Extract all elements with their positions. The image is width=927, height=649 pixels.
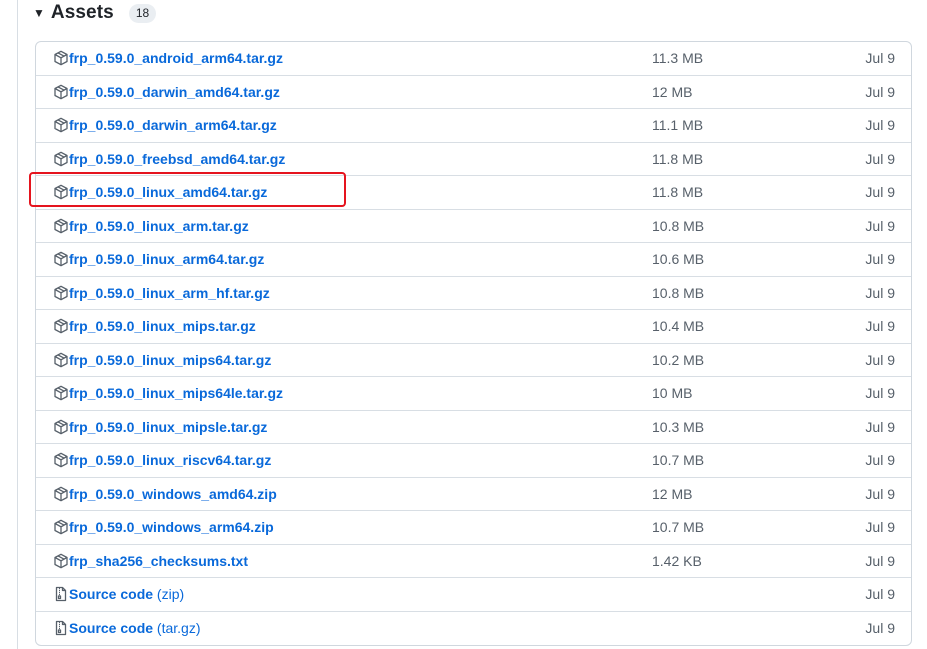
- asset-size: 10.2 MB: [652, 351, 705, 368]
- assets-list: frp_0.59.0_android_arm64.tar.gz 11.3 MB Ju…: [35, 41, 912, 646]
- asset-link[interactable]: frp_0.59.0_linux_mips.tar.gz: [69, 318, 256, 334]
- asset-size: 11.8 MB: [652, 150, 704, 167]
- source-code-date: Jul 9: [865, 620, 895, 637]
- asset-row: frp_sha256_checksums.txt 1.42 KB Jul 9: [36, 545, 911, 578]
- asset-link[interactable]: frp_sha256_checksums.txt: [69, 553, 248, 569]
- asset-size: 10.3 MB: [652, 418, 705, 435]
- asset-date: Jul 9: [865, 418, 895, 435]
- assets-header[interactable]: ▼ Assets 18: [33, 0, 157, 26]
- asset-date: Jul 9: [865, 50, 895, 67]
- source-code-row: Source code (zip) Jul 9: [36, 578, 911, 612]
- asset-link[interactable]: frp_0.59.0_linux_arm.tar.gz: [69, 218, 249, 234]
- source-code-format: (tar.gz): [156, 620, 201, 637]
- asset-link[interactable]: frp_0.59.0_windows_amd64.zip: [69, 486, 277, 502]
- package-icon: [53, 419, 69, 435]
- asset-size: 10.8 MB: [652, 217, 705, 234]
- left-divider: [17, 0, 18, 649]
- asset-date: Jul 9: [865, 351, 895, 368]
- asset-link[interactable]: frp_0.59.0_linux_arm64.tar.gz: [69, 251, 264, 267]
- asset-link[interactable]: frp_0.59.0_linux_arm_hf.tar.gz: [69, 285, 270, 301]
- asset-link[interactable]: frp_0.59.0_darwin_amd64.tar.gz: [69, 84, 280, 100]
- assets-title: Assets: [50, 2, 114, 23]
- asset-date: Jul 9: [865, 318, 895, 335]
- asset-row: frp_0.59.0_windows_arm64.zip 10.7 MB Jul 9: [36, 511, 911, 545]
- asset-date: Jul 9: [865, 519, 895, 536]
- asset-size: 1.42 KB: [652, 552, 702, 569]
- package-icon: [53, 452, 69, 468]
- asset-size: 10.6 MB: [652, 251, 705, 268]
- asset-row: frp_0.59.0_linux_mips64le.tar.gz 10 MB Jul…: [36, 377, 911, 411]
- package-icon: [53, 352, 69, 368]
- package-icon: [53, 251, 69, 267]
- asset-link[interactable]: frp_0.59.0_windows_arm64.zip: [69, 519, 274, 535]
- asset-row: frp_0.59.0_android_arm64.tar.gz 11.3 MB Ju…: [36, 42, 911, 76]
- asset-link[interactable]: frp_0.59.0_linux_mips64.tar.gz: [69, 352, 271, 368]
- package-icon: [53, 117, 69, 133]
- package-icon: [53, 318, 69, 334]
- asset-row: frp_0.59.0_linux_mipsle.tar.gz 10.3 MB Jul…: [36, 411, 911, 444]
- asset-link[interactable]: frp_0.59.0_darwin_arm64.tar.gz: [69, 117, 277, 133]
- package-icon: [53, 519, 69, 535]
- source-code-date: Jul 9: [865, 586, 895, 603]
- asset-size: 11.3 MB: [652, 50, 704, 67]
- asset-date: Jul 9: [865, 385, 895, 402]
- asset-date: Jul 9: [865, 184, 895, 201]
- source-code-row: Source code (tar.gz) Jul 9: [36, 612, 911, 646]
- asset-date: Jul 9: [865, 83, 895, 100]
- source-code-link[interactable]: Source code (tar.gz): [69, 620, 201, 636]
- package-icon: [53, 50, 69, 66]
- asset-date: Jul 9: [865, 552, 895, 569]
- package-icon: [53, 385, 69, 401]
- asset-date: Jul 9: [865, 284, 895, 301]
- source-code-label: Source code: [69, 620, 154, 637]
- package-icon: [53, 486, 69, 502]
- asset-size: 10.4 MB: [652, 318, 705, 335]
- asset-row: frp_0.59.0_linux_mips64.tar.gz 10.2 MB Jul…: [36, 344, 911, 377]
- asset-size: 11.1 MB: [652, 117, 704, 134]
- asset-size: 12 MB: [652, 485, 693, 502]
- source-code-link[interactable]: Source code (zip): [69, 586, 184, 602]
- asset-link[interactable]: frp_0.59.0_linux_mips64le.tar.gz: [69, 385, 283, 401]
- file-zip-icon: [53, 620, 69, 636]
- assets-page: ▼ Assets 18 frp_0.59.0_android_arm64.tar…: [0, 0, 927, 649]
- asset-date: Jul 9: [865, 217, 895, 234]
- package-icon: [53, 553, 69, 569]
- asset-link[interactable]: frp_0.59.0_linux_mipsle.tar.gz: [69, 419, 267, 435]
- asset-date: Jul 9: [865, 117, 895, 134]
- triangle-down-icon[interactable]: ▼: [33, 7, 45, 19]
- package-icon: [53, 184, 69, 200]
- source-code-format: (zip): [156, 586, 185, 603]
- assets-count-badge: 18: [128, 3, 157, 23]
- asset-row: frp_0.59.0_linux_mips.tar.gz 10.4 MB Jul 9: [36, 310, 911, 344]
- asset-row: frp_0.59.0_linux_arm_hf.tar.gz 10.8 MB Jul…: [36, 277, 911, 310]
- asset-row: frp_0.59.0_linux_amd64.tar.gz 11.8 MB Jul …: [36, 176, 911, 210]
- asset-link[interactable]: frp_0.59.0_freebsd_amd64.tar.gz: [69, 151, 285, 167]
- asset-row: frp_0.59.0_freebsd_amd64.tar.gz 11.8 MB Ju…: [36, 143, 911, 176]
- asset-row: frp_0.59.0_darwin_arm64.tar.gz 11.1 MB Jul…: [36, 109, 911, 143]
- source-code-label: Source code: [69, 586, 154, 603]
- asset-size: 10 MB: [652, 385, 693, 402]
- package-icon: [53, 285, 69, 301]
- package-icon: [53, 218, 69, 234]
- asset-link[interactable]: frp_0.59.0_android_arm64.tar.gz: [69, 50, 283, 66]
- file-zip-icon: [53, 586, 69, 602]
- asset-date: Jul 9: [865, 485, 895, 502]
- asset-size: 10.7 MB: [652, 519, 705, 536]
- asset-date: Jul 9: [865, 452, 895, 469]
- asset-link[interactable]: frp_0.59.0_linux_amd64.tar.gz: [69, 184, 267, 200]
- asset-size: 10.8 MB: [652, 284, 705, 301]
- asset-row: frp_0.59.0_linux_riscv64.tar.gz 10.7 MB Ju…: [36, 444, 911, 478]
- asset-size: 10.7 MB: [652, 452, 705, 469]
- asset-date: Jul 9: [865, 251, 895, 268]
- asset-row: frp_0.59.0_darwin_amd64.tar.gz 12 MB Jul 9: [36, 76, 911, 109]
- asset-date: Jul 9: [865, 150, 895, 167]
- package-icon: [53, 84, 69, 100]
- asset-row: frp_0.59.0_linux_arm64.tar.gz 10.6 MB Jul …: [36, 243, 911, 277]
- package-icon: [53, 151, 69, 167]
- asset-row: frp_0.59.0_windows_amd64.zip 12 MB Jul 9: [36, 478, 911, 511]
- asset-size: 12 MB: [652, 83, 693, 100]
- asset-link[interactable]: frp_0.59.0_linux_riscv64.tar.gz: [69, 452, 271, 468]
- asset-row: frp_0.59.0_linux_arm.tar.gz 10.8 MB Jul 9: [36, 210, 911, 243]
- asset-size: 11.8 MB: [652, 184, 704, 201]
